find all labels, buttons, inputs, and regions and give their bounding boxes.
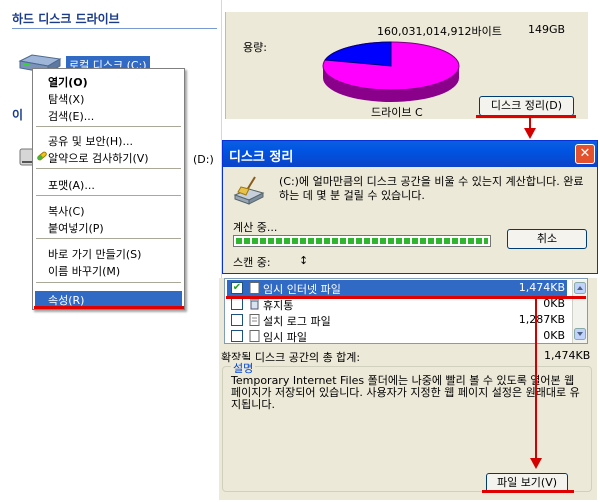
- menu-separator: [36, 126, 181, 127]
- drive-d-label[interactable]: (D:): [193, 153, 214, 166]
- file-name: 임시 파일: [263, 331, 307, 344]
- disk-cleanup-dialog: 디스크 정리 ✕ (C:)에 얼마만큼의 디스크 공간을 비울 수 있는지 계산…: [222, 140, 598, 274]
- file-size: 0KB: [543, 329, 565, 342]
- disk-cleanup-icon: [233, 176, 265, 205]
- capacity-gb: 149GB: [528, 23, 566, 36]
- checkbox[interactable]: [231, 298, 243, 310]
- list-item[interactable]: 설치 로그 파일 1,287KB: [227, 312, 567, 328]
- dialog-message: (C:)에 얼마만큼의 디스크 공간을 비울 수 있는지 계산합니다. 완료하는…: [279, 175, 584, 202]
- menu-item-copy[interactable]: 복사(C): [48, 203, 85, 219]
- scroll-down-icon[interactable]: [574, 328, 586, 340]
- annotation-arrow: [535, 298, 537, 462]
- arrow-head-icon: [524, 128, 536, 139]
- section-divider: [12, 28, 217, 29]
- list-scrollbar[interactable]: [572, 280, 587, 343]
- properties-panel: 160,031,014,912바이트 149GB 용량: 드라이브 C 디스크 …: [225, 12, 588, 119]
- section-title: 하드 디스크 드라이브: [12, 12, 120, 26]
- file-size: 1,474KB: [518, 281, 565, 294]
- context-menu: 열기(O) 탐색(X) 검색(E)... 공유 및 보안(H)... 알약으로 …: [32, 68, 185, 310]
- menu-separator: [36, 238, 181, 239]
- annotation-underline: [476, 115, 576, 118]
- annotation-underline: [482, 490, 574, 493]
- checkbox[interactable]: [231, 330, 243, 342]
- drive-label: 드라이브 C: [371, 106, 423, 119]
- file-icon: [249, 282, 260, 294]
- menu-item-scan[interactable]: 알약으로 검사하기(V): [48, 150, 149, 166]
- scroll-up-icon[interactable]: [574, 282, 586, 294]
- close-button[interactable]: ✕: [575, 144, 595, 164]
- file-icon: [249, 314, 260, 326]
- file-list: ✔ 임시 인터넷 파일 1,474KB 휴지통 0KB 설치 로그 파일 1,2…: [224, 278, 588, 344]
- menu-item-create-shortcut[interactable]: 바로 가기 만들기(S): [48, 246, 141, 262]
- cancel-button[interactable]: 취소: [507, 229, 587, 249]
- menu-item-search[interactable]: 검색(E)...: [48, 108, 94, 124]
- list-item[interactable]: 임시 파일 0KB: [227, 328, 567, 344]
- menu-separator: [36, 195, 181, 196]
- checkbox[interactable]: [231, 314, 243, 326]
- pill-icon: [37, 151, 47, 161]
- calculating-label: 계산 중...: [233, 221, 278, 234]
- file-icon: [249, 330, 260, 342]
- file-name: 설치 로그 파일: [263, 315, 331, 328]
- menu-item-sharing[interactable]: 공유 및 보안(H)...: [48, 133, 133, 149]
- menu-item-rename[interactable]: 이름 바꾸기(M): [48, 263, 120, 279]
- scanning-value: ↕: [299, 254, 309, 267]
- menu-item-explore[interactable]: 탐색(X): [48, 91, 84, 107]
- file-name: 임시 인터넷 파일: [263, 283, 341, 296]
- checkbox-checked[interactable]: ✔: [231, 282, 243, 294]
- dialog-titlebar[interactable]: 디스크 정리 ✕: [223, 141, 597, 167]
- list-item[interactable]: ✔ 임시 인터넷 파일 1,474KB: [227, 280, 567, 296]
- menu-item-open[interactable]: 열기(O): [48, 74, 88, 90]
- progress-fill: [236, 238, 488, 244]
- annotation-underline: [226, 296, 586, 299]
- file-name: 휴지통: [263, 299, 294, 312]
- menu-item-paste[interactable]: 붙여넣기(P): [48, 220, 104, 236]
- file-size: 1,287KB: [518, 313, 565, 326]
- capacity-label: 용량:: [243, 41, 267, 54]
- menu-separator: [36, 282, 181, 283]
- total-space-value: 1,474KB: [544, 349, 591, 362]
- progress-bar: [233, 235, 491, 247]
- scanning-label: 스캔 중:: [233, 256, 271, 269]
- capacity-bytes: 160,031,014,912바이트: [377, 25, 502, 38]
- annotation-underline: [34, 306, 184, 309]
- disk-usage-pie-chart: [322, 41, 460, 102]
- dialog-title: 디스크 정리: [229, 150, 294, 165]
- arrow-head-icon: [530, 458, 542, 469]
- recycle-bin-icon: [250, 299, 259, 310]
- menu-separator: [36, 168, 181, 169]
- menu-item-format[interactable]: 포맷(A)...: [48, 177, 95, 193]
- disk-cleanup-button[interactable]: 디스크 정리(D): [479, 96, 574, 116]
- other-section-title: 이: [12, 108, 24, 122]
- description-text: Temporary Internet Files 폴더에는 나중에 빨리 볼 수…: [231, 374, 580, 411]
